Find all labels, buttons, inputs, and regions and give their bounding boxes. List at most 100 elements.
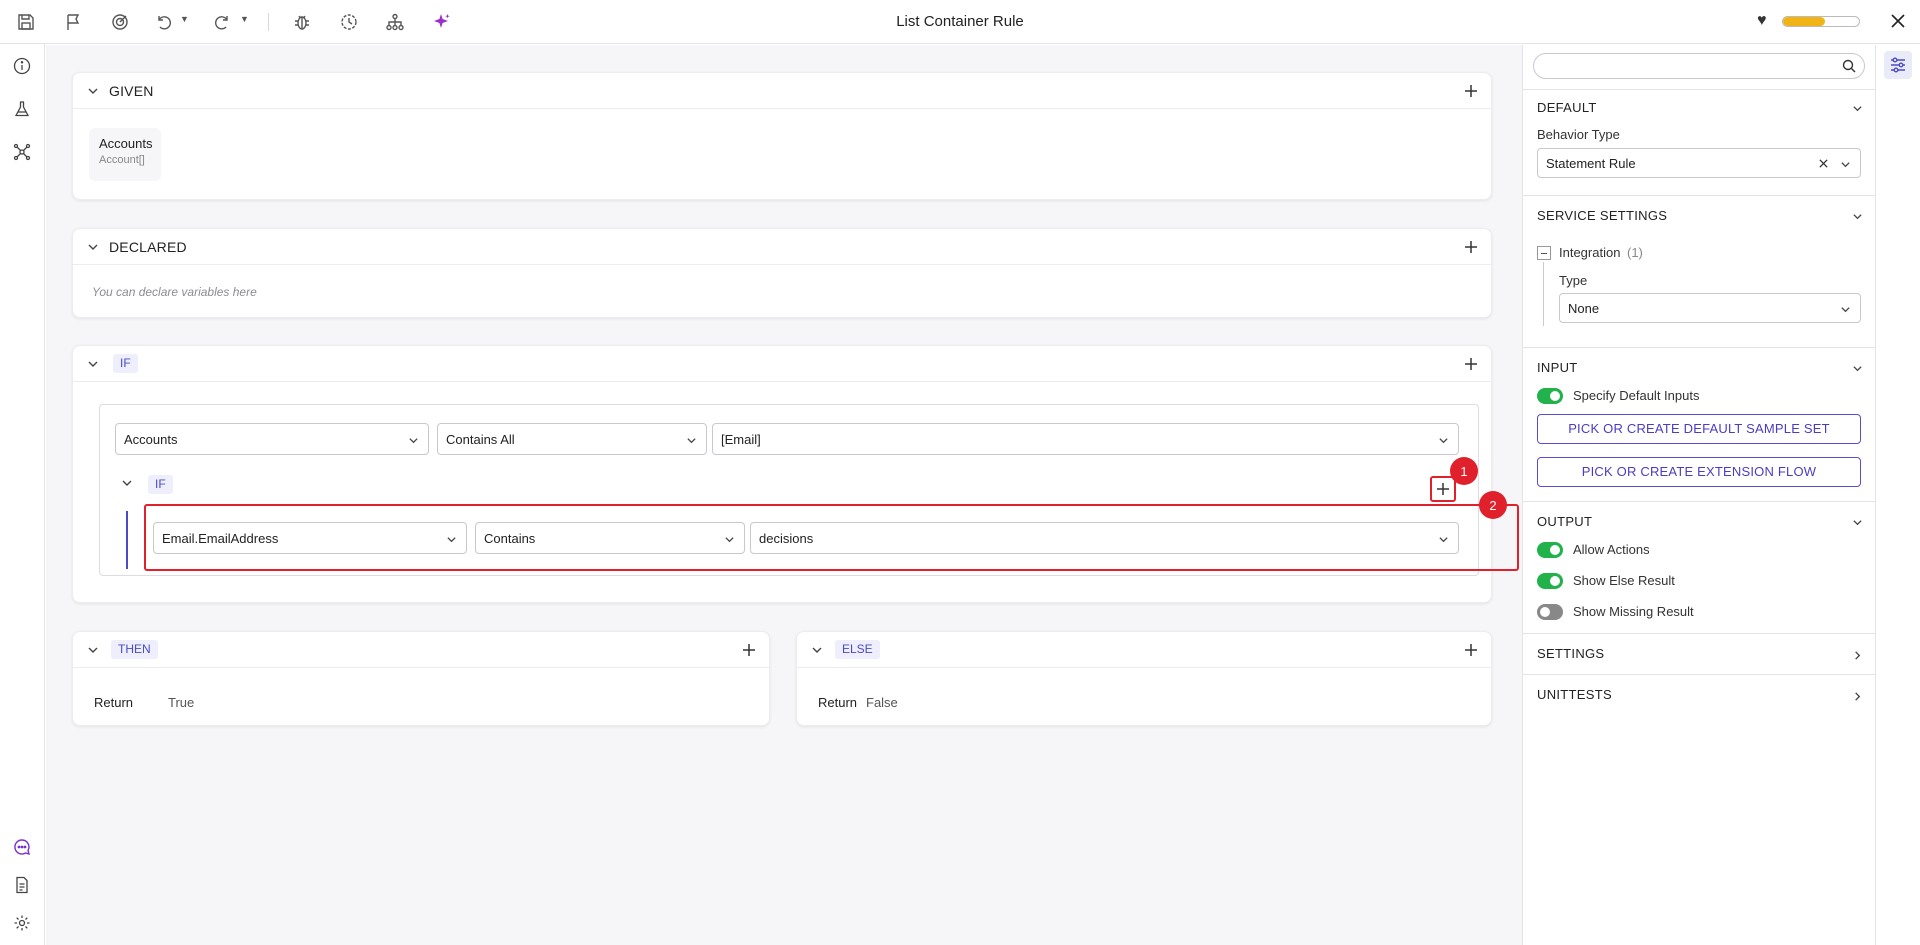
add-given-button[interactable]	[1461, 81, 1481, 101]
add-then-button[interactable]	[739, 640, 759, 660]
pick-default-sample-set-button[interactable]: PICK OR CREATE DEFAULT SAMPLE SET	[1537, 414, 1861, 444]
allow-actions-toggle[interactable]	[1537, 542, 1563, 558]
chevron-down-icon[interactable]	[1850, 361, 1864, 375]
redo-dropdown-icon[interactable]: ▼	[240, 14, 249, 24]
integration-type-value: None	[1568, 301, 1600, 316]
undo-icon[interactable]	[152, 10, 176, 34]
then-section: THEN Return True	[72, 631, 770, 726]
declared-title: DECLARED	[109, 239, 187, 255]
hierarchy-icon[interactable]	[383, 10, 407, 34]
else-return-value[interactable]: False	[866, 695, 898, 710]
flag-icon[interactable]	[62, 10, 86, 34]
properties-search-input[interactable]	[1533, 53, 1865, 79]
unittests-title[interactable]: UNITTESTS	[1537, 687, 1612, 702]
type-label: Type	[1559, 273, 1588, 288]
flask-icon[interactable]	[10, 97, 34, 121]
chevron-down-icon[interactable]	[85, 239, 101, 255]
condition-operator-value: Contains All	[446, 432, 515, 447]
chevron-down-icon	[685, 434, 697, 446]
given-section: GIVEN Accounts Account[]	[72, 72, 1492, 200]
integration-count: (1)	[1627, 245, 1643, 260]
save-icon[interactable]	[14, 10, 38, 34]
settings-icon[interactable]	[10, 911, 34, 935]
target-icon[interactable]	[108, 10, 132, 34]
nested-branch-line	[126, 511, 128, 569]
behavior-type-label: Behavior Type	[1537, 127, 1620, 142]
chat-icon[interactable]	[10, 835, 34, 859]
progress-bar	[1782, 16, 1860, 27]
behavior-type-select[interactable]: Statement Rule	[1537, 148, 1861, 178]
chevron-down-icon[interactable]	[1850, 209, 1864, 223]
condition-value-select[interactable]: [Email]	[712, 423, 1459, 455]
chevron-right-icon[interactable]	[1850, 689, 1864, 703]
chevron-right-icon[interactable]	[1850, 648, 1864, 662]
chevron-down-icon[interactable]	[119, 475, 135, 491]
condition-operator-select[interactable]: Contains All	[437, 423, 707, 455]
chevron-down-icon[interactable]	[85, 83, 101, 99]
then-return-value[interactable]: True	[168, 695, 194, 710]
pick-extension-flow-button[interactable]: PICK OR CREATE EXTENSION FLOW	[1537, 457, 1861, 487]
condition-field-select[interactable]: Accounts	[115, 423, 429, 455]
collapse-integration-icon[interactable]	[1537, 246, 1551, 260]
far-right-strip	[1875, 45, 1920, 945]
chevron-down-icon[interactable]	[1850, 101, 1864, 115]
settings-title[interactable]: SETTINGS	[1537, 646, 1604, 661]
input-section: INPUT Specify Default Inputs PICK OR CRE…	[1523, 347, 1876, 501]
given-item-type: Account[]	[99, 154, 145, 166]
page-title: List Container Rule	[896, 13, 1024, 30]
unittests-section[interactable]: UNITTESTS	[1523, 674, 1876, 715]
nested-if-chip: IF	[148, 475, 173, 494]
output-section: OUTPUT Allow Actions Show Else Result Sh…	[1523, 501, 1876, 633]
settings-section[interactable]: SETTINGS	[1523, 633, 1876, 674]
else-section: ELSE Return False	[796, 631, 1492, 726]
default-title[interactable]: DEFAULT	[1537, 100, 1597, 115]
if-header: IF	[73, 346, 1491, 382]
clear-icon[interactable]	[1818, 157, 1830, 169]
properties-sliders-icon[interactable]	[1884, 51, 1912, 79]
redo-icon[interactable]	[210, 10, 234, 34]
specify-default-inputs-label: Specify Default Inputs	[1573, 388, 1700, 403]
chevron-down-icon[interactable]	[1850, 515, 1864, 529]
close-icon[interactable]	[1886, 9, 1910, 33]
chevron-down-icon[interactable]	[85, 356, 101, 372]
allow-actions-label: Allow Actions	[1573, 542, 1650, 557]
sparkle-icon[interactable]	[430, 10, 454, 34]
rule-editor-canvas: GIVEN Accounts Account[] DECLARED You ca…	[46, 45, 1522, 945]
given-item[interactable]: Accounts Account[]	[89, 128, 161, 181]
output-title[interactable]: OUTPUT	[1537, 514, 1592, 529]
info-icon[interactable]	[10, 54, 34, 78]
else-chip: ELSE	[835, 640, 880, 659]
integration-type-select[interactable]: None	[1559, 293, 1861, 323]
specify-default-inputs-toggle[interactable]	[1537, 388, 1563, 404]
show-missing-result-toggle[interactable]	[1537, 604, 1563, 620]
top-toolbar: ▼ ▼ List Container Rule ♥	[0, 0, 1920, 44]
input-title[interactable]: INPUT	[1537, 360, 1578, 375]
network-icon[interactable]	[10, 140, 34, 164]
add-if-button[interactable]	[1461, 354, 1481, 374]
integration-label: Integration	[1559, 245, 1621, 260]
condition-value-text: [Email]	[721, 432, 761, 447]
show-missing-result-label: Show Missing Result	[1573, 604, 1694, 619]
show-else-result-toggle[interactable]	[1537, 573, 1563, 589]
progress-fill	[1783, 17, 1825, 26]
else-header: ELSE	[797, 632, 1491, 668]
document-icon[interactable]	[10, 873, 34, 897]
history-icon[interactable]	[337, 10, 361, 34]
show-else-result-label: Show Else Result	[1573, 573, 1675, 588]
add-nested-condition-button[interactable]	[1433, 479, 1453, 499]
tree-guide	[1543, 262, 1544, 326]
bug-icon[interactable]	[290, 10, 314, 34]
nested-condition-highlight	[144, 504, 1519, 571]
service-settings-title[interactable]: SERVICE SETTINGS	[1537, 208, 1667, 223]
then-chip: THEN	[111, 640, 158, 659]
chevron-down-icon[interactable]	[85, 642, 101, 658]
add-else-button[interactable]	[1461, 640, 1481, 660]
properties-panel: DEFAULT Behavior Type Statement Rule SER…	[1522, 45, 1876, 945]
undo-dropdown-icon[interactable]: ▼	[180, 14, 189, 24]
chevron-down-icon[interactable]	[809, 642, 825, 658]
add-declared-button[interactable]	[1461, 237, 1481, 257]
declared-hint: You can declare variables here	[92, 285, 257, 299]
annotation-badge-1: 1	[1450, 457, 1478, 485]
then-return-label: Return	[94, 695, 134, 710]
given-header: GIVEN	[73, 73, 1491, 109]
